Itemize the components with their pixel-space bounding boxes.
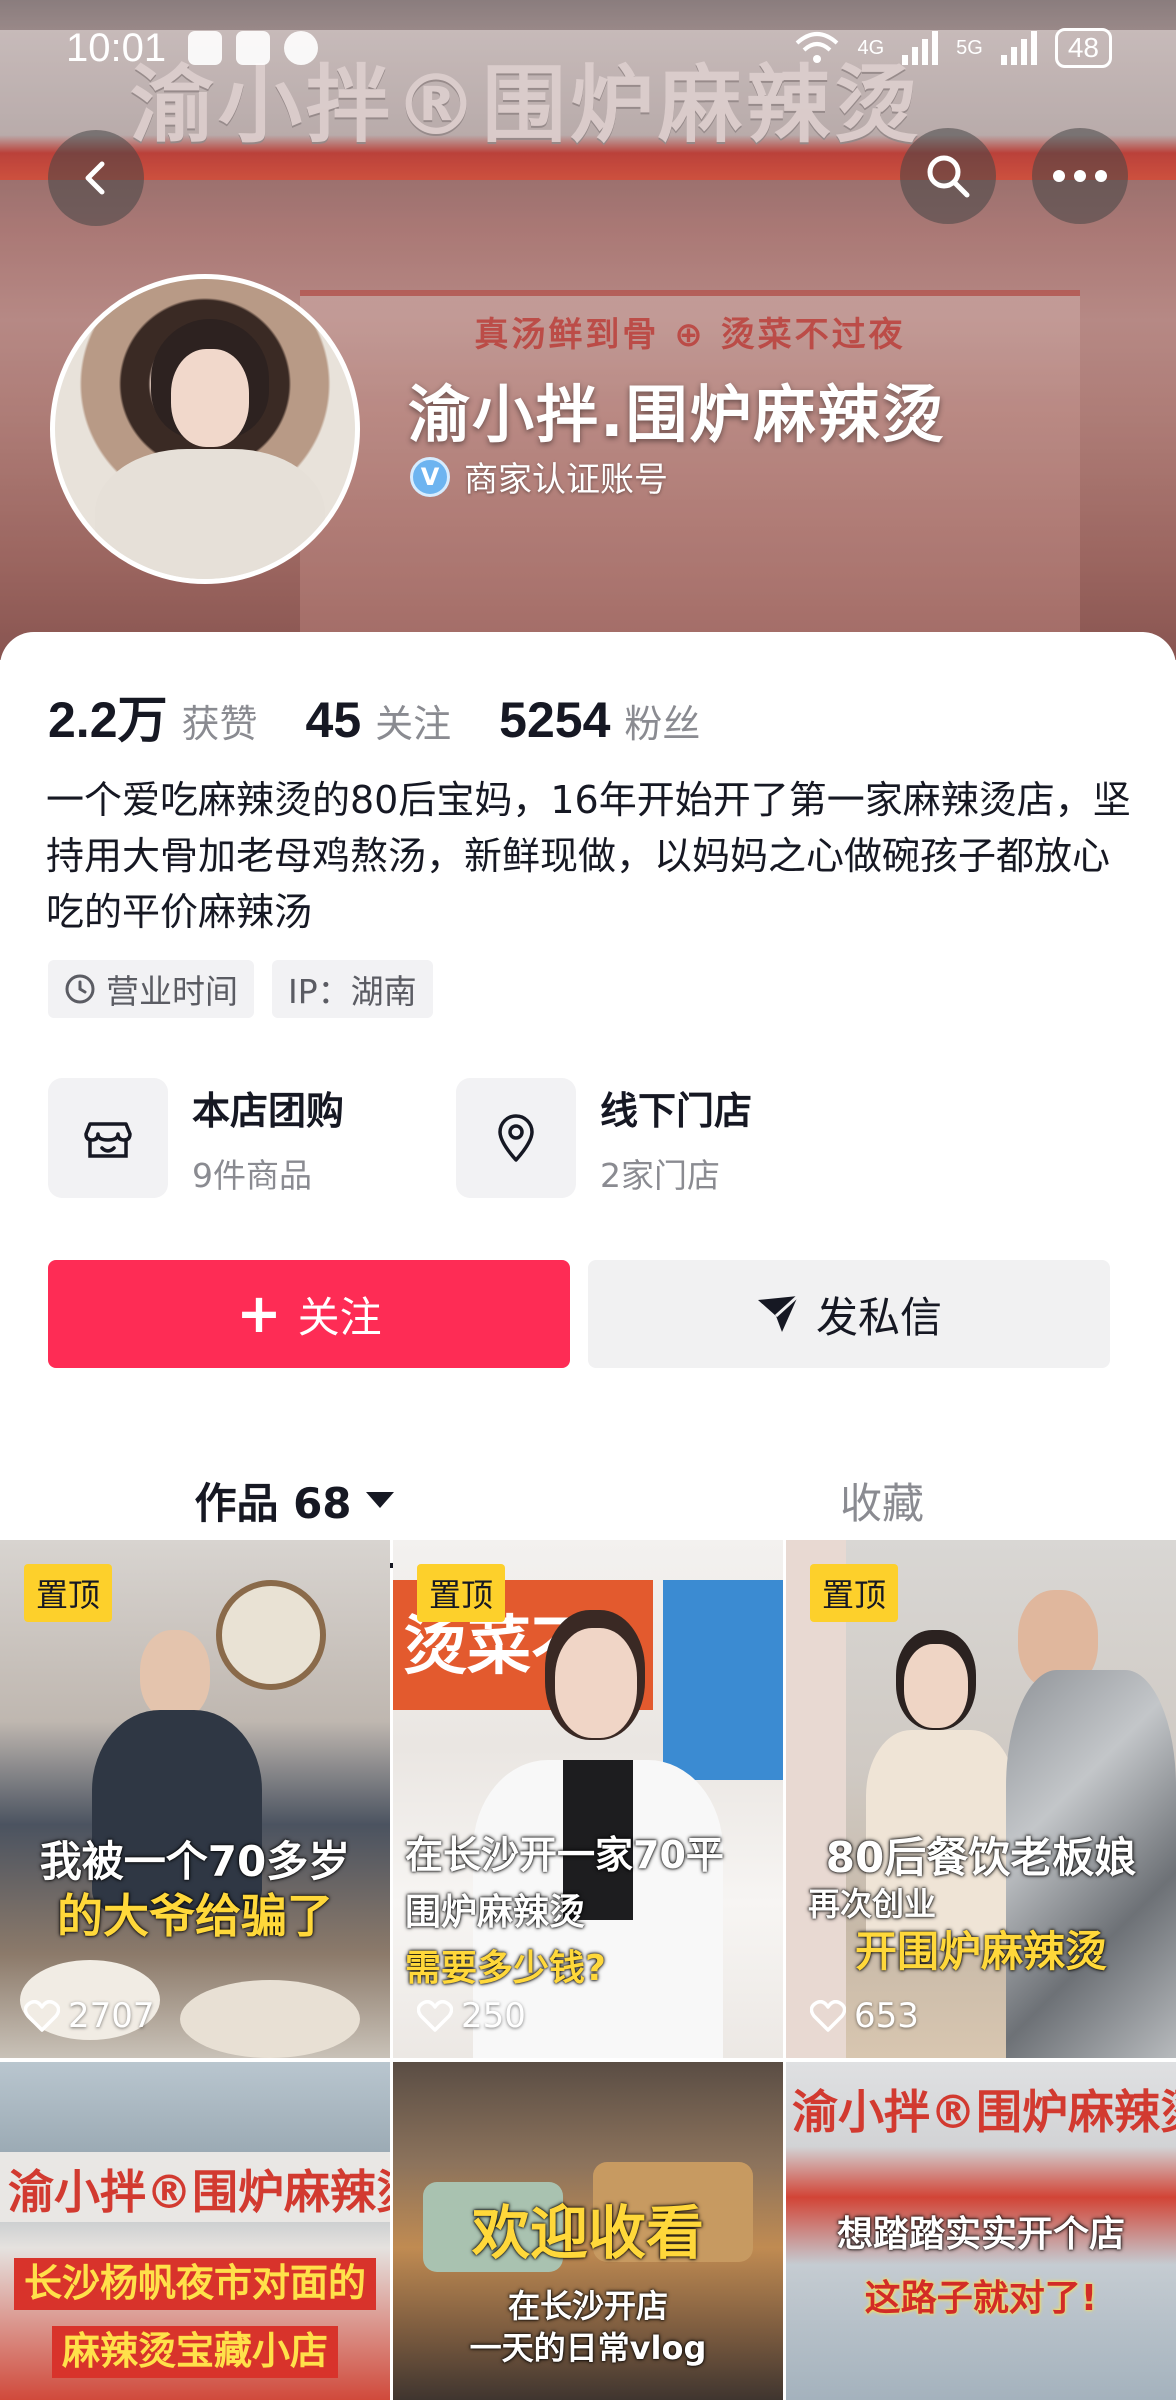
video-caption: 麻辣烫宝藏小店 [51,2326,338,2378]
pinned-badge: 置顶 [810,1564,899,1622]
search-button[interactable] [900,128,996,224]
action-buttons: + 关注 发私信 [48,1260,1110,1368]
stat-value: 5254 [499,692,611,748]
wifi-icon [796,32,839,63]
network-4g-label: 4G [857,36,885,59]
status-time: 10:01 [66,25,167,70]
network-5g-label: 5G [956,36,983,59]
alarm-icon [284,31,319,65]
caret-down-icon [365,1492,394,1508]
offline-store-title: 线下门店 [600,1088,753,1133]
likes-count: 653 [854,1996,919,2036]
clock-icon [65,974,95,1004]
offline-store-entry[interactable]: 线下门店 2家门店 [456,1078,864,1198]
signal-icon [1000,31,1037,65]
tab-favorites-label: 收藏 [839,1478,924,1528]
verification-row: V 商家认证账号 [410,452,668,501]
video-grid: 置顶 我被一个70多岁 的大爷给骗了 2707 烫菜不 置顶 在长沙开一家70平… [0,1540,1176,2400]
video-caption: 想踏踏实实开个店 [836,2214,1125,2255]
profile-tags: 营业时间 IP：湖南 [48,960,433,1018]
video-caption: 需要多少钱? [405,1948,606,1989]
chevron-left-icon [85,161,105,195]
send-message-button[interactable]: 发私信 [588,1260,1110,1368]
status-bar: 10:01 4G 5G 48 [0,0,1176,96]
heart-icon [24,2000,60,2032]
tab-works-label: 作品 68 [194,1478,352,1528]
plus-icon: + [236,1282,282,1345]
signal-icon [902,31,939,65]
video-caption: 围炉麻辣烫 [405,1892,586,1933]
video-thumbnail[interactable]: 渝小拌®围炉麻辣烫 想踏踏实实开个店 这路子就对了! [786,2062,1176,2400]
service-entries: 本店团购 9件商品 线下门店 2家门店 [48,1078,864,1198]
back-button[interactable] [48,130,144,226]
avatar[interactable] [50,274,360,584]
verified-badge-icon: V [410,456,450,497]
location-pin-icon [498,1114,534,1162]
likes-count: 250 [461,1996,526,2036]
heart-icon [417,2000,453,2032]
app-notification-icon [236,31,271,65]
video-caption: 这路子就对了! [864,2278,1098,2319]
video-likes: 2707 [24,1996,155,2036]
heart-icon [810,2000,846,2032]
profile-bio: 一个爱吃麻辣烫的80后宝妈，16年开始开了第一家麻辣烫店，坚持用大骨加老母鸡熬汤… [46,778,1131,934]
video-likes: 250 [417,1996,526,2036]
business-hours-label: 营业时间 [106,972,238,1011]
video-likes: 653 [810,1996,919,2036]
ip-location-tag: IP：湖南 [272,960,433,1018]
stat-followers[interactable]: 5254 粉丝 [499,691,700,749]
stat-label: 获赞 [181,702,258,746]
video-store-sign: 渝小拌®围炉麻辣烫 [792,2085,1176,2139]
stat-value: 45 [305,692,362,748]
video-caption: 的大爷给骗了 [57,1889,333,1943]
video-caption: 在长沙开一家70平 [405,1833,724,1877]
group-buy-subtitle: 9件商品 [192,1155,312,1195]
send-message-label: 发私信 [815,1292,942,1342]
stat-label: 关注 [375,702,452,746]
video-thumbnail[interactable]: 置顶 我被一个70多岁 的大爷给骗了 2707 [0,1540,390,2058]
group-buy-entry[interactable]: 本店团购 9件商品 [48,1078,456,1198]
search-icon [927,155,970,198]
video-caption: 我被一个70多岁 [39,1837,351,1886]
video-caption: 欢迎收看 [471,2199,704,2267]
video-caption: 80后餐饮老板娘 [825,1833,1137,1882]
ip-location-label: IP：湖南 [288,972,417,1011]
video-store-sign: 渝小拌®围炉麻辣烫 [8,2165,390,2219]
app-notification-icon [188,31,223,65]
video-thumbnail[interactable]: 欢迎收看 在长沙开店 一天的日常vlog [393,2062,783,2400]
more-options-button[interactable] [1032,128,1128,224]
video-caption: 开围炉麻辣烫 [854,1927,1107,1976]
battery-indicator: 48 [1054,28,1112,68]
video-thumbnail[interactable]: 烫菜不 置顶 在长沙开一家70平 围炉麻辣烫 需要多少钱? 250 [393,1540,783,2058]
stat-following[interactable]: 45 关注 [306,691,452,749]
pinned-badge: 置顶 [24,1564,113,1622]
offline-store-subtitle: 2家门店 [600,1155,720,1195]
stat-likes[interactable]: 2.2万 获赞 [48,680,258,752]
profile-stats: 2.2万 获赞 45 关注 5254 粉丝 [48,680,748,752]
pinned-badge: 置顶 [417,1564,506,1622]
likes-count: 2707 [68,1996,155,2036]
group-buy-title: 本店团购 [192,1088,345,1133]
stat-value: 2.2万 [48,692,168,748]
video-caption: 在长沙开店 [507,2287,668,2325]
video-thumbnail[interactable]: 渝小拌®围炉麻辣烫 长沙杨帆夜市对面的 麻辣烫宝藏小店 [0,2062,390,2400]
follow-button[interactable]: + 关注 [48,1260,570,1368]
video-caption: 再次创业 [808,1885,937,1923]
stat-label: 粉丝 [624,702,701,746]
verification-label: 商家认证账号 [464,460,668,500]
profile-name: 渝小拌.围炉麻辣烫 [408,378,946,451]
send-icon [757,1294,799,1332]
video-thumbnail[interactable]: 置顶 80后餐饮老板娘 再次创业 开围炉麻辣烫 653 [786,1540,1176,2058]
more-icon [1053,170,1107,182]
business-hours-tag[interactable]: 营业时间 [48,960,254,1018]
video-caption: 长沙杨帆夜市对面的 [13,2258,376,2310]
video-caption: 一天的日常vlog [469,2329,707,2367]
follow-label: 关注 [297,1292,382,1342]
store-icon [84,1122,132,1158]
